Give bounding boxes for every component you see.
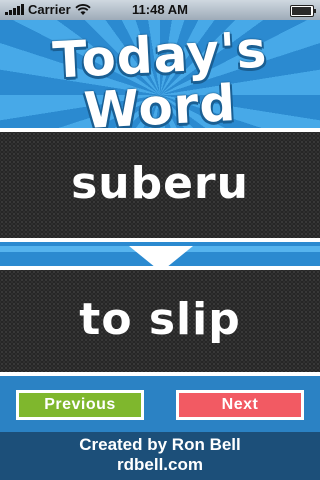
word-term: suberu [71, 158, 249, 209]
meaning-panel: to slip [0, 270, 320, 372]
footer: Created by Ron Bell rdbell.com [0, 432, 320, 480]
word-panel: suberu [0, 132, 320, 238]
previous-button[interactable]: Previous [16, 390, 144, 420]
status-bar: Carrier 11:48 AM [0, 0, 320, 20]
header-banner: Today's Word [0, 20, 320, 128]
website-link[interactable]: rdbell.com [0, 455, 320, 475]
status-time: 11:48 AM [132, 2, 188, 17]
battery-icon [290, 5, 316, 17]
bottom-bar: Previous Next Created by Ron Bell rdbell… [0, 376, 320, 480]
next-button[interactable]: Next [176, 390, 304, 420]
word-meaning: to slip [79, 294, 241, 345]
app-screen: Carrier 11:48 AM Today's Word suberu to … [0, 0, 320, 480]
credit-text: Created by Ron Bell [79, 435, 241, 454]
